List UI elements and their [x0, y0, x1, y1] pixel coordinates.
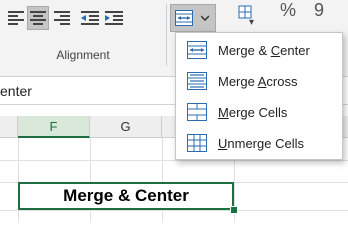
- merge-dropdown-menu: Merge & Center Merge Across Merge Cells …: [175, 32, 343, 160]
- align-center-button[interactable]: [27, 6, 49, 30]
- merge-cells-icon: [186, 101, 208, 123]
- decrease-indent-button[interactable]: [80, 8, 100, 28]
- chevron-down-icon: [201, 15, 209, 21]
- cell-format-icon: ▾: [238, 5, 254, 26]
- alignment-group-label: Alignment: [56, 48, 110, 62]
- formula-bar-text: enter: [0, 83, 32, 99]
- group-separator: [166, 4, 167, 66]
- grid-line: [0, 160, 348, 161]
- svg-text:▾: ▾: [249, 17, 254, 26]
- merge-center-icon: [186, 39, 208, 61]
- menu-item-merge-center[interactable]: Merge & Center: [176, 35, 342, 65]
- column-header-partial[interactable]: [0, 116, 18, 137]
- merge-center-button[interactable]: [171, 5, 197, 31]
- merge-center-icon: [175, 10, 193, 26]
- column-header-g[interactable]: G: [90, 116, 162, 137]
- fill-handle[interactable]: [230, 206, 238, 214]
- merge-dropdown-arrow[interactable]: [197, 5, 213, 31]
- align-right-icon: [54, 11, 70, 25]
- excel-window: Alignment ▾ % 9 enter F G Merge & Center…: [0, 0, 348, 222]
- align-left-icon: [8, 11, 24, 25]
- accounting-format-button[interactable]: ▾: [235, 2, 261, 28]
- menu-item-label: Unmerge Cells: [218, 135, 304, 151]
- decrease-indent-icon: [81, 11, 99, 25]
- menu-item-label: Merge Cells: [218, 104, 288, 120]
- comma-style-button[interactable]: 9: [314, 0, 324, 21]
- align-center-icon: [30, 11, 46, 25]
- percent-style-button[interactable]: %: [280, 0, 296, 21]
- column-header-f[interactable]: F: [18, 116, 90, 138]
- menu-item-merge-across[interactable]: Merge Across: [176, 66, 342, 96]
- increase-indent-button[interactable]: [104, 8, 124, 28]
- align-left-button[interactable]: [6, 8, 26, 28]
- merge-center-split-button[interactable]: [170, 4, 216, 32]
- unmerge-cells-icon: [186, 132, 208, 154]
- menu-item-unmerge-cells[interactable]: Unmerge Cells: [176, 128, 342, 158]
- align-right-button[interactable]: [52, 8, 72, 28]
- merged-cell[interactable]: Merge & Center: [18, 182, 234, 210]
- increase-indent-icon: [105, 11, 123, 25]
- grid-line: [0, 210, 348, 211]
- menu-item-label: Merge Across: [218, 73, 298, 89]
- merge-across-icon: [186, 70, 208, 92]
- menu-item-merge-cells[interactable]: Merge Cells: [176, 97, 342, 127]
- menu-item-label: Merge & Center: [218, 42, 310, 58]
